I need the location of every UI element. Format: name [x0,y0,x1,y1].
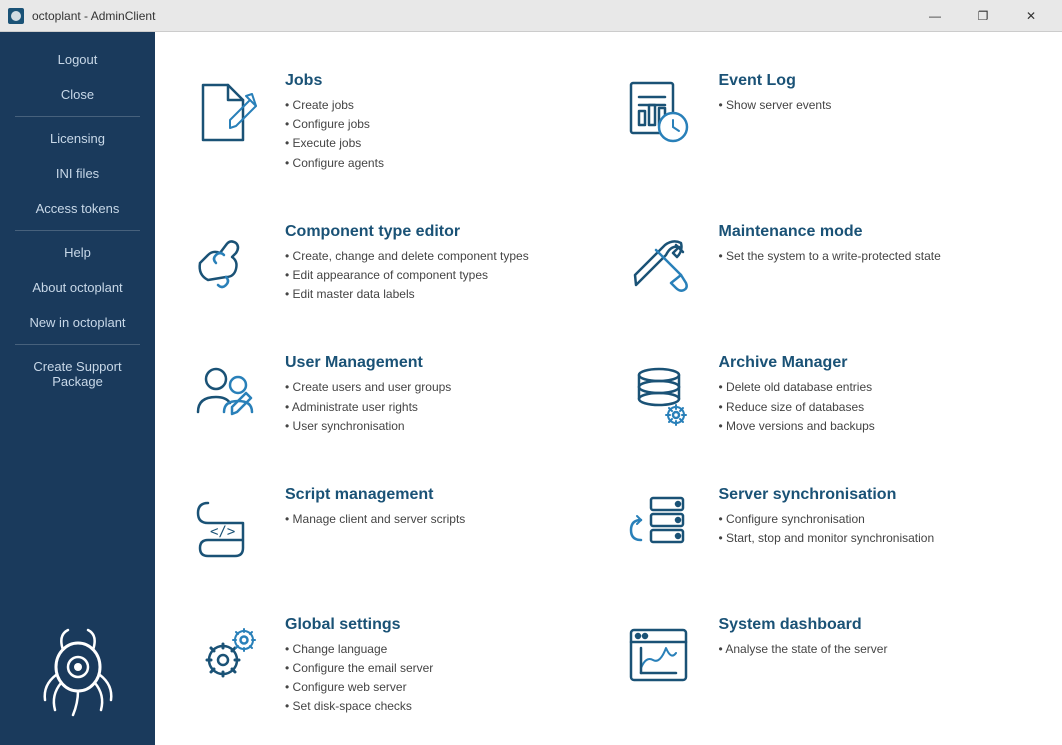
comp-bullet-1: Create, change and delete component type… [285,247,529,266]
user-bullet-1: Create users and user groups [285,378,451,397]
archive-manager-icon [619,354,699,434]
user-management-title: User Management [285,354,451,372]
component-type-editor-content: Component type editor Create, change and… [285,223,529,305]
titlebar: octoplant - AdminClient — ❐ ✕ [0,0,1062,32]
sidebar-nav: Logout Close Licensing INI files Access … [0,32,155,595]
jobs-title: Jobs [285,72,384,90]
cards-grid: Jobs Create jobs Configure jobs Execute … [185,62,1032,727]
global-settings-title: Global settings [285,616,433,634]
sidebar-item-close[interactable]: Close [0,77,155,112]
user-bullet-3: User synchronisation [285,417,451,436]
component-type-editor-title: Component type editor [285,223,529,241]
maximize-button[interactable]: ❐ [960,0,1006,32]
server-synchronisation-icon [619,486,699,566]
jobs-bullet-1: Create jobs [285,96,384,115]
main-content: Jobs Create jobs Configure jobs Execute … [155,32,1062,745]
script-management-icon: </> [185,486,265,566]
sidebar-item-about[interactable]: About octoplant [0,270,155,305]
global-settings-bullets: Change language Configure the email serv… [285,640,433,717]
sidebar-item-new-in[interactable]: New in octoplant [0,305,155,340]
script-bullet-1: Manage client and server scripts [285,510,465,529]
sidebar-item-support[interactable]: Create Support Package [0,349,155,399]
script-management-content: Script management Manage client and serv… [285,486,465,529]
app-body: Logout Close Licensing INI files Access … [0,32,1062,745]
sync-bullet-1: Configure synchronisation [719,510,935,529]
maintenance-mode-icon [619,223,699,303]
global-bullet-4: Set disk-space checks [285,697,433,716]
sidebar-divider-1 [15,116,140,117]
system-dashboard-icon [619,616,699,696]
sidebar-item-access-tokens[interactable]: Access tokens [0,191,155,226]
jobs-icon [185,72,265,152]
global-bullet-1: Change language [285,640,433,659]
card-archive-manager[interactable]: Archive Manager Delete old database entr… [619,344,1033,446]
card-system-dashboard[interactable]: System dashboard Analyse the state of th… [619,606,1033,727]
event-log-title: Event Log [719,72,832,90]
card-maintenance-mode[interactable]: Maintenance mode Set the system to a wri… [619,213,1033,315]
user-management-content: User Management Create users and user gr… [285,354,451,436]
archive-bullet-1: Delete old database entries [719,378,875,397]
card-user-management[interactable]: User Management Create users and user gr… [185,344,599,446]
archive-manager-content: Archive Manager Delete old database entr… [719,354,875,436]
comp-bullet-3: Edit master data labels [285,285,529,304]
sidebar-item-licensing[interactable]: Licensing [0,121,155,156]
component-type-editor-icon [185,223,265,303]
sidebar-divider-3 [15,344,140,345]
maint-bullet-1: Set the system to a write-protected stat… [719,247,941,266]
card-global-settings[interactable]: Global settings Change language Configur… [185,606,599,727]
jobs-bullet-3: Execute jobs [285,134,384,153]
app-icon [8,8,24,24]
maintenance-mode-content: Maintenance mode Set the system to a wri… [719,223,941,266]
minimize-button[interactable]: — [912,0,958,32]
jobs-content: Jobs Create jobs Configure jobs Execute … [285,72,384,173]
event-log-bullets: Show server events [719,96,832,115]
sync-bullet-2: Start, stop and monitor synchronisation [719,529,935,548]
event-log-content: Event Log Show server events [719,72,832,115]
sidebar-item-ini-files[interactable]: INI files [0,156,155,191]
system-dashboard-content: System dashboard Analyse the state of th… [719,616,888,659]
event-log-bullet-1: Show server events [719,96,832,115]
server-synchronisation-content: Server synchronisation Configure synchro… [719,486,935,548]
server-synchronisation-bullets: Configure synchronisation Start, stop an… [719,510,935,548]
system-dashboard-title: System dashboard [719,616,888,634]
svg-text:</>: </> [210,524,235,540]
archive-manager-title: Archive Manager [719,354,875,372]
sidebar-divider-2 [15,230,140,231]
system-dashboard-bullets: Analyse the state of the server [719,640,888,659]
card-event-log[interactable]: Event Log Show server events [619,62,1033,183]
component-type-editor-bullets: Create, change and delete component type… [285,247,529,305]
maintenance-mode-title: Maintenance mode [719,223,941,241]
global-bullet-3: Configure web server [285,678,433,697]
event-log-icon [619,72,699,152]
script-management-bullets: Manage client and server scripts [285,510,465,529]
user-management-icon [185,354,265,434]
sidebar-item-logout[interactable]: Logout [0,42,155,77]
dash-bullet-1: Analyse the state of the server [719,640,888,659]
sidebar-item-help[interactable]: Help [0,235,155,270]
user-management-bullets: Create users and user groups Administrat… [285,378,451,436]
global-bullet-2: Configure the email server [285,659,433,678]
window-controls: — ❐ ✕ [912,0,1054,32]
sidebar-logo [0,595,155,745]
archive-manager-bullets: Delete old database entries Reduce size … [719,378,875,436]
card-script-management[interactable]: </> Script management Manage client and … [185,476,599,576]
card-server-synchronisation[interactable]: Server synchronisation Configure synchro… [619,476,1033,576]
sidebar: Logout Close Licensing INI files Access … [0,32,155,745]
global-settings-content: Global settings Change language Configur… [285,616,433,717]
jobs-bullet-2: Configure jobs [285,115,384,134]
jobs-bullets: Create jobs Configure jobs Execute jobs … [285,96,384,173]
global-settings-icon [185,616,265,696]
maintenance-mode-bullets: Set the system to a write-protected stat… [719,247,941,266]
user-bullet-2: Administrate user rights [285,398,451,417]
script-management-title: Script management [285,486,465,504]
comp-bullet-2: Edit appearance of component types [285,266,529,285]
window-title: octoplant - AdminClient [32,9,912,23]
close-button[interactable]: ✕ [1008,0,1054,32]
jobs-bullet-4: Configure agents [285,154,384,173]
card-jobs[interactable]: Jobs Create jobs Configure jobs Execute … [185,62,599,183]
card-component-type-editor[interactable]: Component type editor Create, change and… [185,213,599,315]
archive-bullet-3: Move versions and backups [719,417,875,436]
server-synchronisation-title: Server synchronisation [719,486,935,504]
archive-bullet-2: Reduce size of databases [719,398,875,417]
